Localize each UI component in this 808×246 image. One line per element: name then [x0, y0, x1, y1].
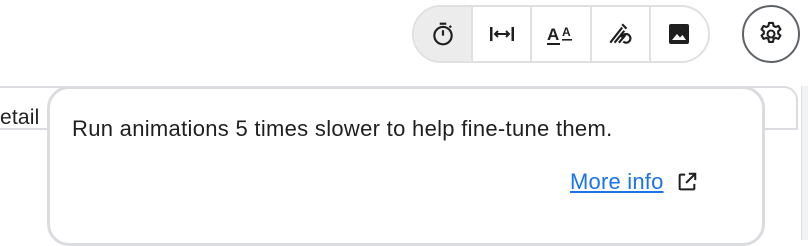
open-in-new-icon[interactable]	[676, 171, 698, 193]
image-icon	[669, 24, 690, 44]
svg-text:A: A	[562, 25, 571, 39]
slow-animations-tooltip: Run animations 5 times slower to help fi…	[47, 86, 765, 246]
devtools-toolbar: A A	[412, 5, 710, 63]
timer-icon	[432, 22, 453, 46]
details-tab-label[interactable]: etail	[0, 106, 40, 130]
layout-bounds-button[interactable]	[473, 7, 533, 61]
gear-icon	[760, 21, 782, 43]
settings-button[interactable]	[742, 5, 800, 63]
tooltip-message: Run animations 5 times slower to help fi…	[72, 116, 613, 141]
width-arrows-icon	[489, 27, 514, 41]
scrollbar[interactable]	[801, 86, 808, 240]
repaint-icon	[609, 23, 632, 44]
slow-animations-button[interactable]	[414, 7, 474, 61]
text-scaling-button[interactable]: A A	[532, 7, 592, 61]
svg-text:A: A	[547, 25, 559, 44]
more-info-label[interactable]: More info	[570, 169, 664, 195]
invert-images-button[interactable]	[651, 7, 708, 61]
repaint-rainbow-button[interactable]	[592, 7, 651, 61]
text-size-icon: A A	[547, 25, 572, 45]
more-info-link[interactable]: More info	[570, 169, 698, 195]
